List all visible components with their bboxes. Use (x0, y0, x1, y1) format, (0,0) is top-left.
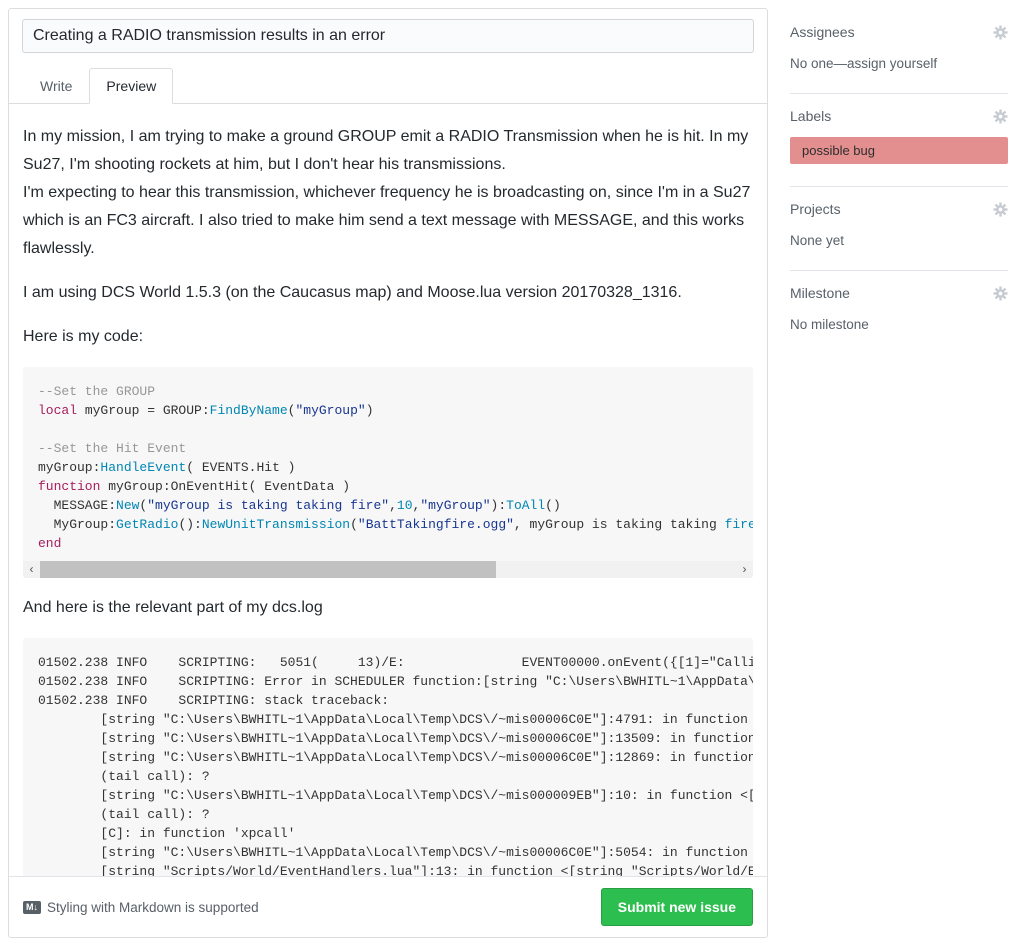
preview-content: In my mission, I am trying to make a gro… (9, 104, 767, 906)
issue-title-input[interactable] (22, 19, 754, 53)
issue-sidebar: Assignees No one—assign yourself Labels (790, 10, 1008, 354)
submit-new-issue-button[interactable]: Submit new issue (601, 888, 753, 926)
markdown-supported-note[interactable]: M↓ Styling with Markdown is supported (23, 900, 259, 915)
assignees-heading: Assignees (790, 24, 855, 40)
new-issue-form: Write Preview In my mission, I am trying… (8, 8, 768, 938)
sidebar-section-milestone: Milestone No milestone (790, 271, 1008, 354)
issue-body-paragraph: In my mission, I am trying to make a gro… (23, 123, 753, 263)
markdown-note-label: Styling with Markdown is supported (47, 900, 259, 915)
tab-write[interactable]: Write (23, 68, 89, 104)
sidebar-section-labels: Labels possible bug (790, 94, 1008, 187)
issue-body-paragraph: I am using DCS World 1.5.3 (on the Cauca… (23, 279, 753, 307)
projects-value: None yet (790, 233, 1008, 248)
assignees-value[interactable]: No one—assign yourself (790, 56, 1008, 71)
lua-code-block: --Set the GROUP local myGroup = GROUP:Fi… (23, 367, 753, 578)
issue-body-paragraph: And here is the relevant part of my dcs.… (23, 594, 753, 622)
gear-icon[interactable] (993, 286, 1008, 301)
gear-icon[interactable] (993, 25, 1008, 40)
write-preview-tabs: Write Preview (9, 68, 767, 104)
gear-icon[interactable] (993, 202, 1008, 217)
gear-icon[interactable] (993, 109, 1008, 124)
tab-preview[interactable]: Preview (89, 68, 173, 104)
lua-code: --Set the GROUP local myGroup = GROUP:Fi… (23, 367, 753, 561)
sidebar-section-projects: Projects None yet (790, 187, 1008, 271)
labels-heading: Labels (790, 108, 831, 124)
code-horizontal-scrollbar: ‹ › (23, 561, 753, 578)
dcs-log-text: 01502.238 INFO SCRIPTING: 5051( 13)/E: E… (23, 638, 753, 889)
scroll-left-icon[interactable]: ‹ (23, 561, 40, 578)
scroll-right-icon[interactable]: › (736, 561, 753, 578)
scrollbar-thumb[interactable] (40, 561, 496, 578)
scrollbar-track[interactable] (40, 561, 736, 578)
markdown-icon: M↓ (23, 901, 41, 914)
projects-heading: Projects (790, 201, 841, 217)
log-code-block: 01502.238 INFO SCRIPTING: 5051( 13)/E: E… (23, 638, 753, 906)
issue-body-paragraph: Here is my code: (23, 323, 753, 351)
form-footer: M↓ Styling with Markdown is supported Su… (9, 876, 767, 937)
milestone-value: No milestone (790, 317, 1008, 332)
milestone-heading: Milestone (790, 285, 850, 301)
label-possible-bug[interactable]: possible bug (790, 137, 1008, 164)
sidebar-section-assignees: Assignees No one—assign yourself (790, 10, 1008, 94)
